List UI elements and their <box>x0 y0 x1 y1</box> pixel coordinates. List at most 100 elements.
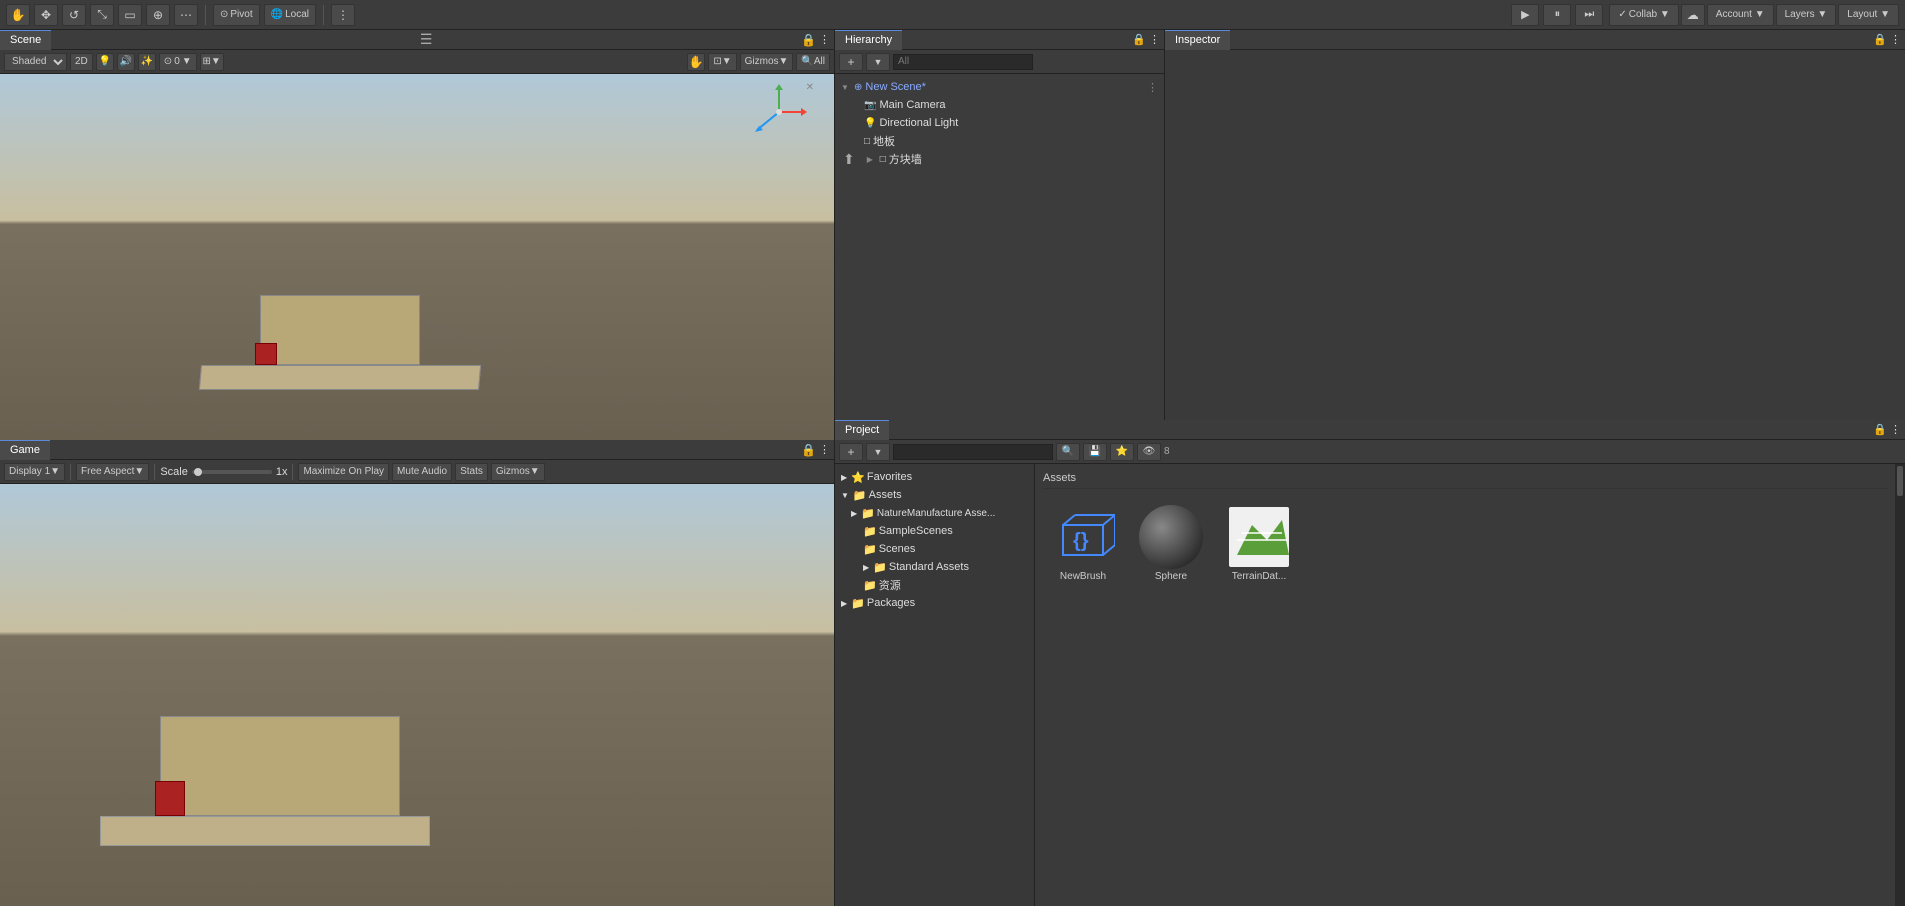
local-btn[interactable]: 🌐 Local <box>264 4 316 26</box>
game-lock-icon[interactable]: 🔒 <box>801 443 816 457</box>
game-tab[interactable]: Game <box>0 440 50 460</box>
project-star-icon[interactable]: ⭐ <box>1110 443 1134 461</box>
layer-icon: ⊙ <box>164 56 172 67</box>
extra-tool-btn[interactable]: ⋯ <box>174 4 198 26</box>
step-button[interactable]: ⏭ <box>1575 4 1603 26</box>
scene-options-icon[interactable]: ⋮ <box>819 33 830 46</box>
gizmo-svg <box>749 82 809 142</box>
scale-slider-track[interactable] <box>192 470 272 474</box>
game-floor <box>100 816 430 846</box>
scale-tool-btn[interactable]: ⤡ <box>90 4 114 26</box>
hierarchy-down-arrow[interactable]: ▼ <box>866 53 890 71</box>
layout-btn[interactable]: Layout ▼ <box>1838 4 1899 26</box>
dibang-item[interactable]: □ 地板 <box>839 132 1160 150</box>
favorites-item[interactable]: ▶ ⭐ Favorites <box>839 468 1030 486</box>
ziyuan-folder-icon: 📁 <box>863 579 877 592</box>
terrain-label: TerrainDat... <box>1232 571 1286 582</box>
layers-btn[interactable]: Layers ▼ <box>1776 4 1837 26</box>
scene-fx-btn[interactable]: ✨ <box>138 53 156 71</box>
project-tab[interactable]: Project <box>835 420 889 440</box>
project-lock-icon[interactable]: 🔒 <box>1873 423 1887 436</box>
scene-view-dropdown[interactable]: ⊡▼ <box>708 53 736 71</box>
directional-light-label: Directional Light <box>879 117 958 129</box>
scenes-folder-icon: 📁 <box>863 543 877 556</box>
pause-button[interactable]: ⏸ <box>1543 4 1571 26</box>
inspector-options-icon[interactable]: ⋮ <box>1890 33 1901 46</box>
nature-item[interactable]: ▶ 📁 NatureManufacture Asse... <box>839 504 1030 522</box>
account-btn[interactable]: Account ▼ <box>1707 4 1774 26</box>
maximize-btn[interactable]: Maximize On Play <box>298 463 389 481</box>
rotate-tool-btn[interactable]: ↺ <box>62 4 86 26</box>
project-add-btn[interactable]: + <box>839 443 863 461</box>
scene-root-item[interactable]: ▼ ⊕ New Scene* ⋮ <box>839 78 1160 96</box>
ziyuan-item[interactable]: 📁 资源 <box>839 576 1030 594</box>
scene-tab[interactable]: Scene <box>0 30 51 50</box>
hierarchy-search-input[interactable] <box>893 54 1033 70</box>
fangkuai-item[interactable]: ▶ □ 方块墙 <box>855 150 1160 168</box>
terrain-asset[interactable]: TerrainDat... <box>1219 501 1299 586</box>
scene-audio-btn[interactable]: 🔊 <box>117 53 135 71</box>
inspector-tab[interactable]: Inspector <box>1165 30 1230 50</box>
newbrush-asset[interactable]: {} NewBrush <box>1043 501 1123 586</box>
collab-btn[interactable]: ✓ Collab ▼ <box>1609 4 1678 26</box>
project-scrollbar[interactable] <box>1895 464 1905 906</box>
scenes-item[interactable]: 📁 Scenes <box>839 540 1030 558</box>
2d-btn[interactable]: 2D <box>70 53 93 71</box>
project-save-icon[interactable]: 💾 <box>1083 443 1107 461</box>
gizmo-close-btn[interactable]: ✕ <box>806 82 814 93</box>
game-options-icon[interactable]: ⋮ <box>819 443 830 456</box>
move-tool-btn[interactable]: ✥ <box>34 4 58 26</box>
sphere-icon <box>1139 505 1203 569</box>
scale-slider-thumb[interactable] <box>194 468 202 476</box>
scrollbar-thumb[interactable] <box>1897 466 1903 496</box>
assets-label: Assets <box>869 489 902 501</box>
project-search-input[interactable] <box>893 444 1053 460</box>
hierarchy-add-btn[interactable]: + <box>839 53 863 71</box>
play-button[interactable]: ▶ <box>1511 4 1539 26</box>
shading-dropdown[interactable]: Shaded <box>4 53 67 71</box>
rect-tool-btn[interactable]: ▭ <box>118 4 142 26</box>
scale-text: Scale <box>160 466 188 478</box>
account-label: Account ▼ <box>1716 9 1765 20</box>
transform-tool-btn[interactable]: ⊕ <box>146 4 170 26</box>
hierarchy-options-icon[interactable]: ⋮ <box>1149 33 1160 46</box>
gizmos-label: Gizmos <box>745 56 779 67</box>
packages-item[interactable]: ▶ 📁 Packages <box>839 594 1030 612</box>
hierarchy-lock-icon[interactable]: 🔒 <box>1132 33 1146 46</box>
project-filter-icon[interactable]: 🔍 <box>1056 443 1080 461</box>
stats-btn[interactable]: Stats <box>455 463 488 481</box>
main-camera-item[interactable]: 📷 Main Camera <box>839 96 1160 114</box>
project-options-icon[interactable]: ⋮ <box>1890 423 1901 436</box>
scene-light-btn[interactable]: 💡 <box>96 53 114 71</box>
standard-folder-icon: 📁 <box>873 561 887 574</box>
samplescenes-item[interactable]: 📁 SampleScenes <box>839 522 1030 540</box>
assets-root-item[interactable]: ▼ 📁 Assets <box>839 486 1030 504</box>
cloud-btn[interactable]: ☁ <box>1681 4 1705 26</box>
inspector-tab-bar: Inspector 🔒 ⋮ <box>1165 30 1905 50</box>
scene-tab-label: Scene <box>10 34 41 46</box>
scene-search-box[interactable]: 🔍 All <box>796 53 830 71</box>
hierarchy-tab[interactable]: Hierarchy <box>835 30 902 50</box>
inspector-lock-icon[interactable]: 🔒 <box>1873 33 1887 46</box>
game-gizmos-dropdown[interactable]: Gizmos▼ <box>491 463 545 481</box>
scene-panel-menu[interactable]: ☰ <box>416 31 437 48</box>
scene-layer-dropdown[interactable]: ⊙0▼ <box>159 53 197 71</box>
display-dropdown[interactable]: Display 1▼ <box>4 463 65 481</box>
extra-btn-2[interactable]: ⋮ <box>331 4 355 26</box>
aspect-dropdown[interactable]: Free Aspect▼ <box>76 463 149 481</box>
scene-hand-icon[interactable]: ✋ <box>687 53 705 71</box>
game-wall <box>160 716 400 816</box>
gizmos-dropdown[interactable]: Gizmos▼ <box>740 53 794 71</box>
directional-light-item[interactable]: 💡 Directional Light <box>839 114 1160 132</box>
project-visibility-icon[interactable]: 👁 <box>1137 443 1161 461</box>
sphere-asset[interactable]: Sphere <box>1131 501 1211 586</box>
hand-tool-btn[interactable]: ✋ <box>6 4 30 26</box>
project-add-arrow[interactable]: ▼ <box>866 443 890 461</box>
scene-grid-btn[interactable]: ⊞▼ <box>200 53 224 71</box>
scene-kebab-icon[interactable]: ⋮ <box>1147 81 1158 94</box>
standard-assets-item[interactable]: ▶ 📁 Standard Assets <box>839 558 1030 576</box>
favorites-folder-icon: ⭐ <box>851 471 865 484</box>
pivot-btn[interactable]: ⊙ Pivot <box>213 4 260 26</box>
scene-lock-icon[interactable]: 🔒 <box>801 33 816 47</box>
mute-btn[interactable]: Mute Audio <box>392 463 452 481</box>
